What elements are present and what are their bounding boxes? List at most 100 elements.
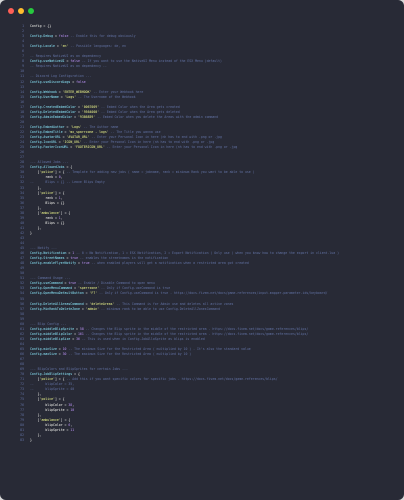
- code-token: false: [58, 34, 69, 39]
- code-token: '0067009': [81, 104, 100, 109]
- code-token: -- Requires NativeUI as an dependency --: [30, 64, 107, 69]
- code-token: Config.OpenMenuDefaultButton: [30, 291, 84, 296]
- code-token: -- Embed Color when the Area gets create…: [99, 104, 180, 109]
- code-token: -- Embed Color when the Area gets delete…: [99, 109, 180, 114]
- code-token: Config.EmbedTitle: [30, 129, 63, 134]
- code-token: ,: [60, 195, 63, 200]
- code-token: },: [30, 392, 42, 397]
- line-number: 83: [20, 437, 24, 442]
- code-token: -- Add this if you want specific colors …: [64, 377, 278, 382]
- code-token: Config.DeletedEmbedColor: [30, 109, 77, 114]
- code-token: -- Only if Config.useCommand is true: [99, 286, 171, 291]
- code-token: [: [30, 190, 40, 195]
- code-token: 'AVATAR_URL': [66, 135, 90, 140]
- code-token: -- Requires NativeUI as an dependency: [30, 54, 102, 59]
- code-token: [: [30, 210, 40, 215]
- code-token: '9564000': [81, 109, 100, 114]
- code-token: '9386859': [78, 114, 96, 119]
- code-token: -- blipColor = 35,: [30, 382, 75, 387]
- code-token: Config.Locale: [30, 44, 55, 49]
- code-token: --- BlipColors and BlipSprites for certa…: [30, 367, 128, 372]
- code-token: Config.AvatarURL: [30, 135, 61, 140]
- code-token: -- Only if Config.useCommand is true - h…: [97, 291, 328, 296]
- code-token: 'FOOTERICON_URL': [74, 145, 105, 150]
- code-token: Config.AdminEmbedColor: [30, 114, 73, 119]
- close-window-icon[interactable]: [8, 8, 14, 14]
- code-token: blipColor =: [30, 402, 69, 407]
- code-token: Config = {}: [30, 24, 52, 28]
- code-token: 'mx_sparrcone - logs': [68, 129, 109, 134]
- code-token: 'Logs': [70, 124, 82, 129]
- code-token: -- Changes the Blip sprite in the middle…: [83, 326, 309, 331]
- code-token: -- when enabled players will get a notif…: [89, 261, 249, 266]
- code-token: -- Discord Log Configuration ---: [30, 74, 92, 79]
- code-token: blipSprite =: [30, 407, 71, 412]
- code-token: ] = {: [60, 417, 71, 422]
- code-token: Config.AllowedJobs: [30, 165, 65, 170]
- code-token: ] = {: [54, 377, 65, 382]
- code-token: -- Possible languages: de, en: [68, 44, 126, 49]
- code-token: Blips = {}: [30, 200, 65, 205]
- code-editor[interactable]: 1 Config = {} 2 3 Config.Debug = false -- En…: [0, 22, 404, 500]
- code-token: rank =: [30, 215, 59, 220]
- code-token: -- Enter your Personal Icon in here (nh …: [81, 140, 215, 145]
- code-token: [: [30, 397, 40, 402]
- code-token: ,: [60, 215, 63, 220]
- code-token: true: [68, 281, 77, 286]
- code-token: --- Notify ---: [30, 246, 57, 251]
- code-token: -- minimum rank to be able to use Config…: [99, 306, 221, 311]
- code-token: -- The Username of the Webhook: [76, 94, 136, 99]
- code-token: Config.EmbedAuthor: [30, 124, 65, 129]
- code-token: -- This Command is for Admin use and del…: [114, 301, 234, 306]
- code-token: Config.useCommand: [30, 281, 63, 286]
- code-token: 11: [70, 427, 75, 432]
- code-token: ,: [72, 402, 75, 407]
- code-token: false: [76, 79, 86, 84]
- code-token: Config.Debug: [30, 34, 54, 39]
- code-token: Config.IconURL: [30, 140, 57, 145]
- code-token: },: [30, 205, 42, 210]
- code-token: Config.useDiscordLogs: [30, 79, 71, 84]
- code-token: Config.DeleteAllAreasCommand: [30, 301, 84, 306]
- code-token: Config.middleBlipSize: [30, 336, 71, 341]
- code-token: Config.enableFlyerNotify: [30, 261, 77, 266]
- code-token: rank =: [30, 195, 59, 200]
- code-token: Config.UserName: [30, 94, 59, 99]
- code-token: -- Enter your Webhook here: [91, 89, 144, 94]
- code-token: -- The maximum Size for the Restricted A…: [66, 352, 192, 357]
- code-token: Config.MinRankToDeleteZone: [30, 306, 80, 311]
- code-token: }: [30, 230, 32, 235]
- code-token: },: [30, 225, 42, 230]
- code-token: Config.CreatedEmbedColor: [30, 104, 77, 109]
- code-token: 'Logs': [64, 94, 77, 99]
- code-token: = {: [64, 165, 73, 170]
- title-bar: [0, 0, 404, 22]
- code-token: Config.StreetNames: [30, 256, 65, 261]
- code-token: 'sperrzone': [78, 286, 100, 291]
- code-token: 'police': [39, 170, 55, 175]
- code-token: ] = {: [54, 170, 65, 175]
- code-token: ] = {: [54, 397, 65, 402]
- code-token: }: [30, 437, 32, 442]
- code-token: Config.Webhook: [30, 89, 57, 94]
- code-token: 'deleteAreas': [89, 301, 115, 306]
- code-token: -- blipSprite = 40: [30, 387, 75, 392]
- code-token: 'ambulance': [39, 210, 61, 215]
- maximize-window-icon[interactable]: [28, 8, 34, 14]
- code-token: 10: [70, 407, 75, 412]
- code-token: -- Blips = {} -- Leave Blips Empty: [30, 180, 105, 185]
- minimize-window-icon[interactable]: [18, 8, 24, 14]
- code-token: ,: [70, 422, 73, 427]
- code-token: 'admin': [85, 306, 100, 311]
- code-token: false: [70, 59, 80, 64]
- code-token: -- Template for adding new jobs ( name =…: [64, 170, 255, 175]
- code-token: 'police': [39, 397, 55, 402]
- code-token: -- enables the streetnames in the notifi…: [78, 256, 169, 261]
- code-token: -- Enter your Personal Icon in here (nh …: [104, 145, 238, 150]
- code-line: 83}: [0, 438, 404, 443]
- code-token: [: [30, 377, 40, 382]
- code-token: 'police': [39, 377, 55, 382]
- code-token: -- Embed Color when you delete the Areas…: [95, 114, 219, 119]
- code-token: Config.Notification: [30, 251, 67, 256]
- code-token: },: [30, 432, 42, 437]
